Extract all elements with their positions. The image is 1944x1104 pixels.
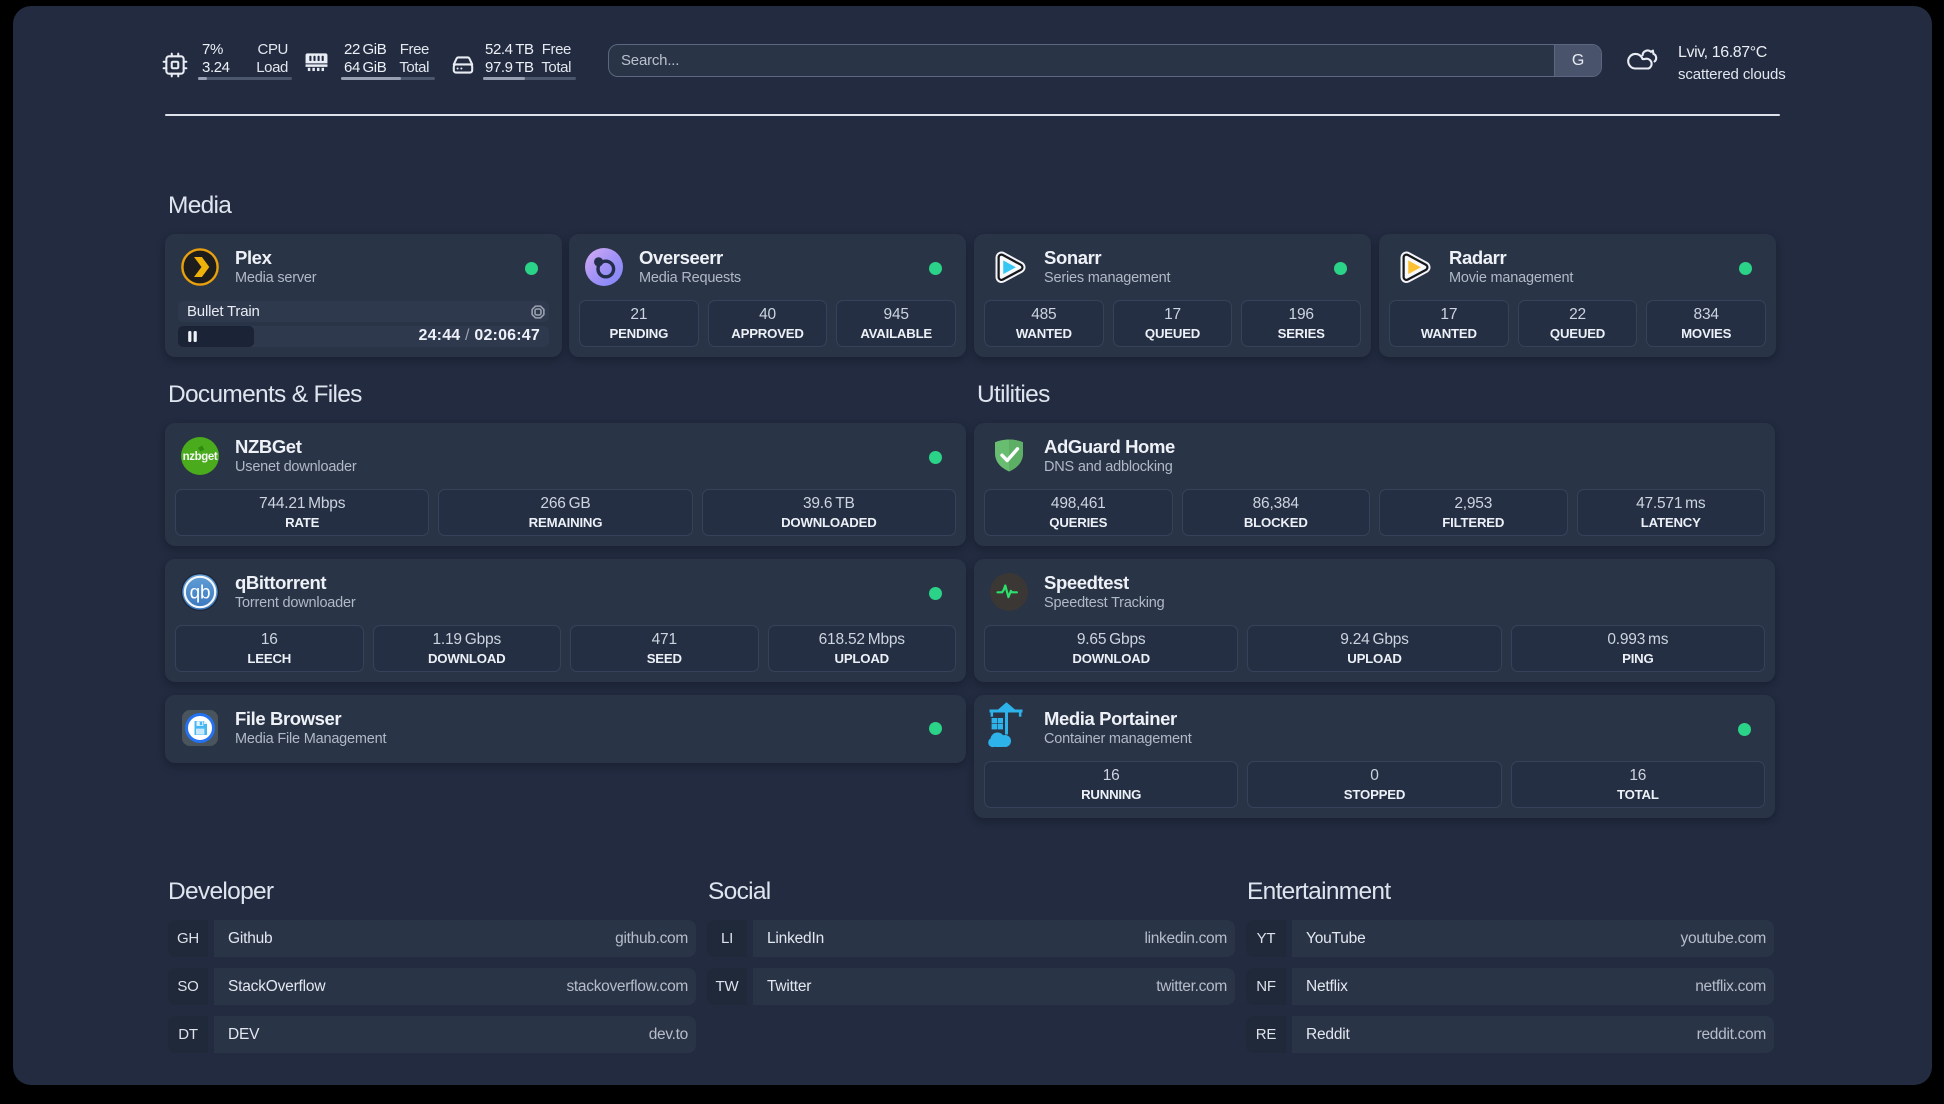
svg-text:nzbget: nzbget bbox=[183, 451, 218, 463]
svg-text:qb: qb bbox=[190, 583, 211, 604]
